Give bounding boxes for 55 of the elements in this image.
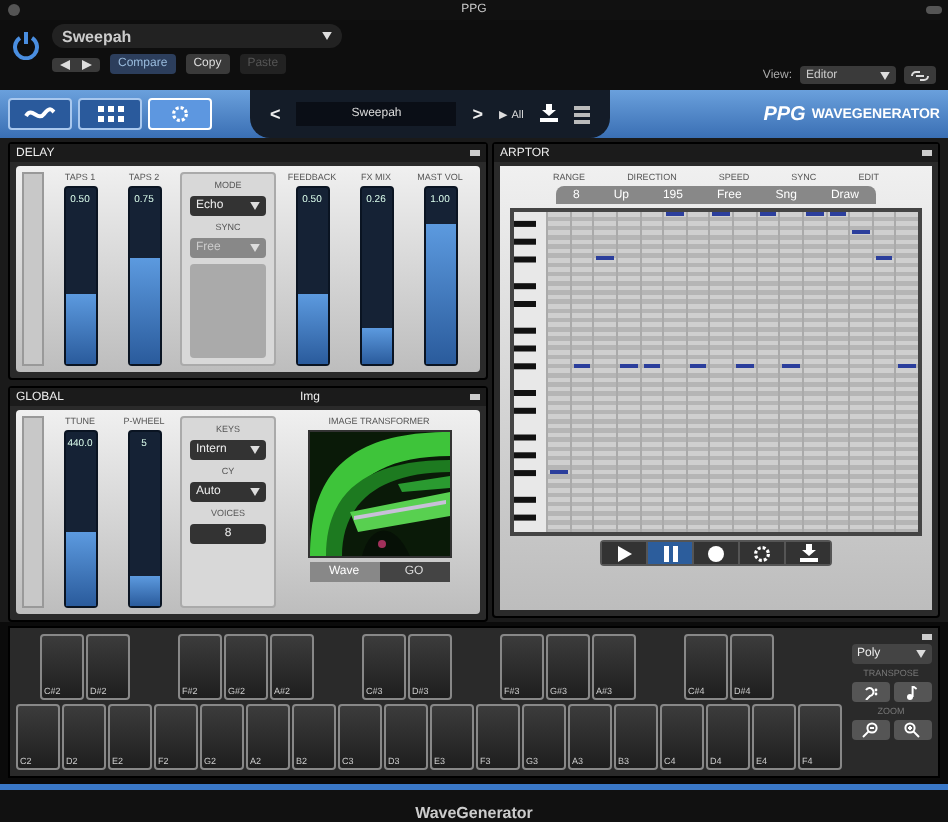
arp-note[interactable] [736,364,754,369]
download-icon [539,104,558,122]
arp-note[interactable] [852,230,870,235]
bass-clef-icon [863,685,877,699]
caret-icon [880,71,890,79]
zoom-out-icon [862,722,878,738]
caret-icon [250,202,260,210]
pill-button[interactable] [926,6,942,14]
list-icon[interactable] [573,105,590,123]
gear-icon [170,104,190,124]
next-preset-button[interactable]: > [472,104,484,124]
arp-note[interactable] [550,469,568,474]
transport-button[interactable] [694,542,738,564]
arp-note[interactable] [596,255,614,260]
caret-icon [322,32,332,40]
power-icon[interactable] [12,30,40,60]
transport-button[interactable] [740,542,784,564]
note-icon [906,685,918,699]
close-button[interactable] [8,4,20,16]
gear-icon [752,543,772,563]
plugin-name: WaveGenerator [415,803,533,821]
download-icon [799,544,817,562]
zoom-in-button[interactable] [893,720,931,740]
arp-note[interactable] [619,364,637,369]
caret-icon [250,446,260,454]
wave-icon [24,106,56,122]
caret-icon [250,488,260,496]
previous-preset-button[interactable]: < [270,104,281,124]
next-icon[interactable] [82,59,92,69]
transpose-down-button[interactable] [851,682,889,702]
play-icon [616,545,632,561]
previous-icon[interactable] [60,59,70,69]
transport-button[interactable] [786,542,830,564]
arp-note[interactable] [875,255,893,260]
brand-logo: PPG [763,103,806,125]
page-button[interactable] [8,98,72,130]
transport-button[interactable] [648,542,692,564]
page-button[interactable] [78,98,142,130]
caret-icon [250,244,260,252]
pause-icon [663,545,677,561]
blank-pad [190,264,266,358]
transport-button[interactable] [602,542,646,564]
preset-dropdown[interactable]: Sweepah [52,24,342,48]
arp-note[interactable] [643,364,661,369]
zoom-in-icon [904,722,920,738]
zoom-out-button[interactable] [851,720,889,740]
caret-icon [915,650,925,658]
arp-note[interactable] [898,364,916,369]
arp-note[interactable] [689,364,707,369]
link-icon[interactable] [910,69,930,81]
arp-note[interactable] [573,364,591,369]
record-icon [708,545,724,561]
transpose-up-button[interactable] [893,682,931,702]
grid-icon [97,106,123,122]
arp-note[interactable] [782,364,800,369]
